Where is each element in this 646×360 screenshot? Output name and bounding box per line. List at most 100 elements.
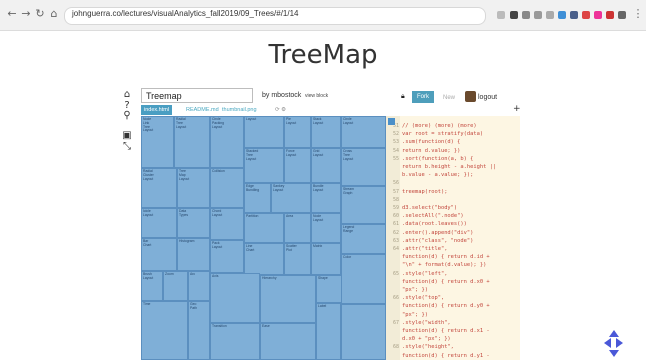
treemap-cell[interactable]: Icicle Layout — [141, 208, 177, 238]
treemap-cell[interactable]: Radial Cluster Layout — [141, 168, 177, 208]
treemap-cell[interactable]: Hierarchy — [260, 275, 316, 323]
back-icon[interactable]: ← — [6, 8, 18, 20]
treemap-cell-label: Brush Layout — [143, 272, 154, 280]
treemap-cell-label: Data Types — [179, 209, 189, 217]
file-tab-actions[interactable]: ⟳ ⚙ — [275, 105, 286, 115]
treemap-cell-label: Area — [286, 214, 294, 218]
treemap-cell[interactable]: Arc — [188, 271, 210, 301]
extension-icon[interactable] — [534, 11, 542, 19]
browser-toolbar: ← → ↻ ⌂ johnguerra.co/lectures/visualAna… — [0, 0, 646, 31]
add-file-icon[interactable]: + — [513, 104, 521, 114]
right-arrow-icon[interactable] — [616, 338, 623, 348]
treemap-cell-label: Circle Layout — [343, 117, 354, 125]
logout-link[interactable]: logout — [478, 94, 497, 101]
pane-toggle-icon[interactable] — [388, 118, 395, 125]
treemap-cell[interactable]: Pie Layout — [284, 116, 311, 148]
extension-icon[interactable] — [558, 11, 566, 19]
extension-icon[interactable] — [522, 11, 530, 19]
treemap-cell[interactable]: Node Link Tree Layout — [141, 116, 174, 168]
treemap-cell[interactable]: Legend Range — [341, 224, 386, 254]
extension-icon[interactable] — [510, 11, 518, 19]
treemap-cell[interactable]: Force Layout — [284, 148, 311, 183]
treemap-cell-label: Cross Tree Layout — [343, 149, 354, 161]
author-link[interactable]: by mbostock — [262, 92, 301, 99]
treemap-cell[interactable]: Partition — [244, 213, 284, 243]
treemap-cell[interactable]: Label — [316, 303, 341, 360]
treemap-cell-label: Icicle Layout — [143, 209, 154, 217]
profile-icon[interactable] — [618, 11, 626, 19]
treemap-cell[interactable]: Node Layout — [311, 213, 341, 243]
extension-icon[interactable] — [594, 11, 602, 19]
code-line[interactable]: function(d) { return d.y1 - — [386, 352, 520, 360]
url-text[interactable]: johnguerra.co/lectures/visualAnalytics_f… — [72, 9, 299, 18]
star-icon[interactable] — [497, 11, 505, 19]
avatar[interactable] — [465, 91, 476, 102]
treemap-cell[interactable]: Brush Layout — [141, 271, 163, 301]
left-arrow-icon[interactable] — [604, 338, 611, 348]
treemap-cell[interactable]: Chord Layout — [210, 208, 244, 240]
reload-icon[interactable]: ↻ — [34, 8, 46, 20]
treemap-cell[interactable]: Histogram — [177, 238, 210, 271]
treemap-cell-label: Time — [143, 302, 151, 306]
new-button[interactable]: New — [443, 95, 455, 101]
treemap-cell[interactable]: Area — [284, 213, 311, 243]
down-arrow-icon[interactable] — [609, 350, 619, 357]
extension-icon[interactable] — [570, 11, 578, 19]
treemap-cell[interactable]: Bar Chart — [141, 238, 177, 271]
treemap-cell[interactable]: Pack Layout — [210, 240, 244, 273]
extension-icon[interactable] — [546, 11, 554, 19]
home-icon[interactable]: ⌂ — [48, 8, 60, 20]
extension-icon[interactable] — [582, 11, 590, 19]
home-icon[interactable]: ⌂ — [122, 90, 132, 100]
lock-icon[interactable]: 🔒︎ — [401, 93, 405, 101]
treemap-cell[interactable] — [341, 304, 386, 360]
treemap-cell-label: Layout — [246, 117, 257, 121]
treemap-cell[interactable]: Zoom — [163, 271, 188, 301]
treemap-cell[interactable]: Circle Packing Layout — [210, 116, 244, 168]
extension-icon[interactable] — [606, 11, 614, 19]
search-icon[interactable]: ⚲ — [122, 111, 132, 121]
treemap-cell[interactable]: Stack Layout — [311, 116, 341, 148]
treemap-cell[interactable]: Collision — [210, 168, 244, 208]
treemap-preview: Node Link Tree Layout Radial Tree Layout C… — [141, 116, 386, 360]
treemap-cell[interactable]: Sankey Layout — [271, 183, 311, 213]
save-icon[interactable]: ▣ — [122, 131, 132, 141]
treemap-cell[interactable]: Geo Path — [188, 301, 210, 360]
treemap-cell[interactable]: Axis — [210, 273, 260, 323]
treemap-cell[interactable]: Matrix — [311, 243, 341, 275]
file-tab-index[interactable]: index.html — [141, 105, 173, 115]
treemap-cell[interactable]: Radial Tree Layout — [174, 116, 210, 168]
block-title-input[interactable]: Treemap — [141, 88, 253, 103]
treemap-cell[interactable]: Bundle Layout — [311, 183, 341, 213]
up-arrow-icon[interactable] — [609, 330, 619, 337]
code-editor[interactable]: 51 // (more) (more) (more) 52 var root = … — [386, 116, 520, 360]
expand-icon[interactable]: ⤡ — [122, 142, 132, 152]
treemap-cell-label: Axis — [212, 274, 219, 278]
treemap-cell[interactable]: Data Types — [177, 208, 210, 238]
treemap-cell[interactable]: Line Chart — [244, 243, 284, 275]
file-tab-readme[interactable]: README.md — [186, 105, 219, 115]
treemap-cell[interactable]: Shape — [316, 275, 343, 303]
treemap-cell[interactable]: Scatter Plot — [284, 243, 311, 275]
treemap-cell[interactable]: Tree Map Layout — [177, 168, 210, 208]
treemap-cell[interactable]: Stream Graph — [341, 186, 386, 224]
treemap-cell[interactable]: Edge Bundling — [244, 183, 271, 213]
treemap-cell[interactable]: Time — [141, 301, 188, 360]
treemap-cell[interactable]: Transition — [210, 323, 260, 360]
treemap-cell[interactable]: Layout — [244, 116, 284, 148]
forward-icon[interactable]: → — [20, 8, 32, 20]
treemap-cell-label: Stream Graph — [343, 187, 354, 195]
treemap-cell[interactable]: Circle Layout — [341, 116, 386, 148]
treemap-cell[interactable]: Ease — [260, 323, 316, 360]
treemap-cell-label: Matrix — [313, 244, 323, 248]
treemap-cell[interactable]: Color — [341, 254, 386, 304]
fork-button[interactable]: Fork — [412, 91, 434, 103]
treemap-cell[interactable]: Grid Layout — [311, 148, 341, 183]
treemap-cell[interactable]: Stacked Tree Layout — [244, 148, 284, 183]
treemap-cell[interactable]: Cross Tree Layout — [341, 148, 386, 186]
treemap-cell-label: Transition — [212, 324, 227, 328]
view-block-link[interactable]: view block — [305, 93, 328, 99]
file-tab-thumbnail[interactable]: thumbnail.png — [222, 105, 257, 115]
menu-icon[interactable]: ⋮ — [632, 8, 644, 20]
treemap-cell-label: Chord Layout — [212, 209, 223, 217]
